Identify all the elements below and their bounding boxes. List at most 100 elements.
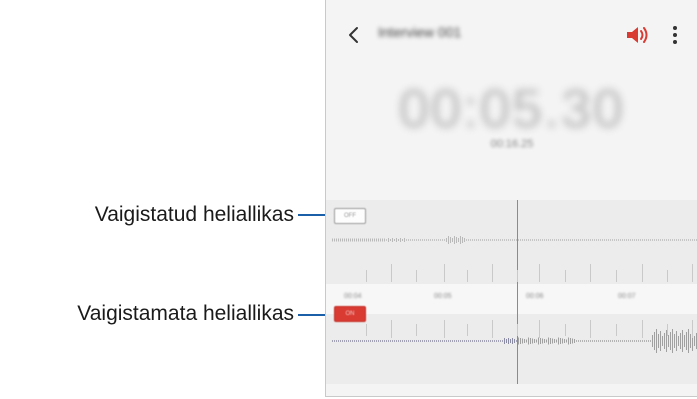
waveform-bar [420,239,421,241]
waveform-bar [636,239,637,241]
waveform-bar [446,340,447,342]
timeline-label: 00:07 [618,293,636,300]
waveform-bar [424,340,425,342]
waveform-bar [392,238,393,242]
speaker-icon [627,27,648,43]
waveform-bar [634,239,635,241]
timeline-tick [667,270,668,282]
waveform-bar [472,239,473,241]
waveform-bar [536,239,537,241]
waveform-bar [388,238,389,242]
waveform-bar [608,239,609,241]
waveform-bar [396,340,397,342]
waveform-bar [538,239,539,241]
waveform-bar [670,239,671,241]
back-arrow-icon [349,27,358,43]
playhead[interactable] [517,200,518,384]
waveform-bar [388,340,389,342]
waveform-bar [492,340,493,342]
waveform-bar [528,239,529,241]
waveform-bar [654,332,655,350]
waveform-bar [584,239,585,241]
waveform-bar [636,340,637,342]
waveform-bar [348,238,349,242]
waveform-bar [694,336,695,346]
waveform-bar [576,239,577,241]
waveform-bar [492,239,493,241]
waveform-bar [478,239,479,241]
waveform-bar [542,239,543,241]
waveform-bar [594,340,595,342]
waveform-bar [616,239,617,241]
waveform-bar [596,340,597,342]
waveform-bar [348,340,349,342]
app-bar: Interview 001 [326,0,697,70]
waveform-bar [566,339,567,343]
waveform-bar [394,340,395,342]
waveform-bar [590,340,591,342]
waveform-bar [468,340,469,342]
waveform-bar [686,332,687,350]
waveform-bar [684,335,685,347]
waveform-bar [678,239,679,241]
waveform-bar [514,339,515,343]
waveform-bar [436,340,437,342]
timeline-tick [642,264,643,282]
waveform-bar [504,338,505,344]
waveform-bar [540,338,541,344]
waveform-bar [364,238,365,242]
waveform-bar [368,238,369,242]
waveform-bar [692,239,693,241]
waveform-bar [448,340,449,342]
waveform-bar [346,340,347,342]
waveform-bar [366,238,367,242]
waveform-bar [648,239,649,241]
waveform-bar [644,239,645,241]
waveform-bar [486,340,487,342]
waveform-bar [486,239,487,241]
waveform-bar [650,340,651,342]
waveform-bar [582,340,583,342]
back-button[interactable] [344,22,366,48]
waveform-bar [524,339,525,343]
waveform-bar [462,237,463,243]
waveform-bar [400,238,401,242]
timeline-tick [391,264,392,282]
more-options-button[interactable] [670,24,680,46]
waveform-bar [422,340,423,342]
speaker-button[interactable] [624,24,650,46]
waveform-bar [682,239,683,241]
waveform-bar [530,338,531,344]
waveform-bar [502,239,503,241]
waveform-bar [412,239,413,241]
waveform-bar [342,238,343,242]
track-editor: OFF ON 00:04 00:05 00:06 00:07 [326,200,697,384]
waveform-bar [354,340,355,342]
waveform-bar [556,339,557,343]
waveform-bar [564,339,565,343]
recording-title: Interview 001 [378,24,462,40]
waveform-bar [646,340,647,342]
waveform-bar [530,239,531,241]
waveform-bar [368,340,369,342]
waveform-bar [640,340,641,342]
waveform-bar [652,335,653,347]
timeline-tick [416,270,417,282]
timeline-tick [444,264,445,282]
waveform-bar [340,340,341,342]
waveform-bar [366,340,367,342]
waveform-bar [376,340,377,342]
unmuted-track-toggle[interactable]: ON [334,306,366,322]
waveform-bar [356,340,357,342]
muted-track-toggle[interactable]: OFF [334,208,366,224]
waveform-bar [484,340,485,342]
waveform-bar [674,239,675,241]
waveform-bar [428,239,429,241]
waveform-bar [406,340,407,342]
waveform-bar [682,330,683,352]
elapsed-time: 00:05.30 [398,79,626,139]
timeline-tick [590,320,591,338]
waveform-bar [480,340,481,342]
waveform-bar [448,236,449,244]
timeline-tick [467,270,468,282]
